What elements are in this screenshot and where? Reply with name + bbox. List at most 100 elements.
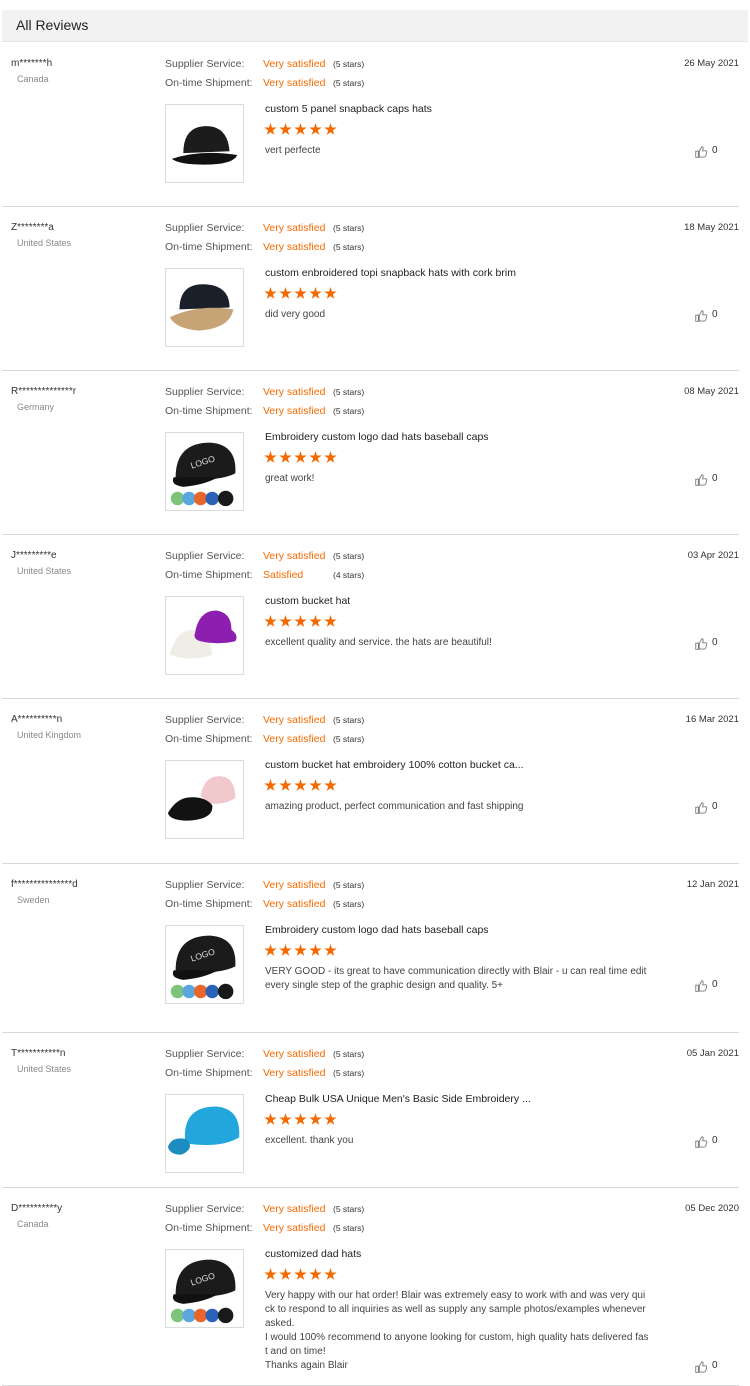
thumbs-up-icon xyxy=(694,979,708,993)
review-date: 26 May 2021 xyxy=(684,58,739,69)
shipment-rating: Very satisfied xyxy=(263,898,326,910)
product-star-rating xyxy=(264,779,339,793)
product-title-link[interactable]: Embroidery custom logo dad hats baseball… xyxy=(265,924,489,936)
thumbs-up-icon xyxy=(694,473,708,487)
product-star-rating xyxy=(264,944,339,958)
thumbs-up-icon xyxy=(694,637,708,651)
reviewer-name: D**********y xyxy=(11,1203,63,1214)
star-icon xyxy=(279,1268,292,1280)
supplier-service-stars: (5 stars) xyxy=(333,1204,365,1214)
review-date: 05 Dec 2020 xyxy=(685,1203,739,1214)
shipment-label: On-time Shipment: xyxy=(165,1067,253,1079)
like-count: 0 xyxy=(712,979,718,990)
shipment-label: On-time Shipment: xyxy=(165,898,253,910)
star-icon xyxy=(309,451,322,463)
star-icon xyxy=(324,944,337,956)
star-icon xyxy=(279,451,292,463)
star-icon xyxy=(294,1113,307,1125)
product-title-link[interactable]: Cheap Bulk USA Unique Men's Basic Side E… xyxy=(265,1093,531,1105)
star-icon xyxy=(309,944,322,956)
product-thumbnail[interactable]: LOGO xyxy=(165,1249,244,1328)
star-icon xyxy=(324,287,337,299)
product-thumbnail[interactable]: LOGO xyxy=(165,925,244,1004)
supplier-service-label: Supplier Service: xyxy=(165,879,245,891)
like-count: 0 xyxy=(712,473,718,484)
product-title-link[interactable]: customized dad hats xyxy=(265,1248,361,1260)
star-icon xyxy=(264,1113,277,1125)
star-icon xyxy=(309,123,322,135)
shipment-label: On-time Shipment: xyxy=(165,733,253,745)
reviewer-name: m*******h xyxy=(11,58,53,69)
shipment-stars: (5 stars) xyxy=(333,899,365,909)
supplier-service-rating: Very satisfied xyxy=(263,1048,326,1060)
product-star-rating xyxy=(264,287,339,301)
supplier-service-label: Supplier Service: xyxy=(165,1048,245,1060)
like-count: 0 xyxy=(712,1135,718,1146)
star-icon xyxy=(324,1268,337,1280)
shipment-label: On-time Shipment: xyxy=(165,1222,253,1234)
reviewer-name: T***********n xyxy=(11,1048,66,1059)
supplier-service-rating: Very satisfied xyxy=(263,714,326,726)
supplier-service-label: Supplier Service: xyxy=(165,1203,245,1215)
review-comment: did very good xyxy=(265,309,326,320)
reviewer-name: A**********n xyxy=(11,714,63,725)
supplier-service-stars: (5 stars) xyxy=(333,551,365,561)
review-item: Z********a United States Supplier Servic… xyxy=(2,207,739,371)
like-count: 0 xyxy=(712,309,718,320)
black-snapback-cap-image xyxy=(166,105,243,182)
product-thumbnail[interactable] xyxy=(165,1094,244,1173)
product-thumbnail[interactable] xyxy=(165,596,244,675)
review-item: T***********n United States Supplier Ser… xyxy=(2,1033,739,1188)
supplier-service-rating: Very satisfied xyxy=(263,550,326,562)
star-icon xyxy=(264,779,277,791)
product-star-rating xyxy=(264,1113,339,1127)
star-icon xyxy=(264,451,277,463)
logo-dad-hat-image: LOGO xyxy=(166,1250,243,1327)
product-title-link[interactable]: custom bucket hat xyxy=(265,595,350,607)
star-icon xyxy=(294,451,307,463)
review-item: R**************r Germany Supplier Servic… xyxy=(2,371,739,535)
star-icon xyxy=(294,615,307,627)
star-icon xyxy=(324,123,337,135)
supplier-service-stars: (5 stars) xyxy=(333,715,365,725)
product-title-link[interactable]: custom bucket hat embroidery 100% cotton… xyxy=(265,759,524,771)
thumbs-up-icon xyxy=(694,145,708,159)
product-thumbnail[interactable]: LOGO xyxy=(165,432,244,511)
review-date: 18 May 2021 xyxy=(684,222,739,233)
review-comment: vert perfecte xyxy=(265,145,321,156)
thumbs-up-icon xyxy=(694,309,708,323)
product-star-rating xyxy=(264,451,339,465)
star-icon xyxy=(294,287,307,299)
reviewer-country: United States xyxy=(17,1064,72,1074)
product-thumbnail[interactable] xyxy=(165,104,244,183)
product-title-link[interactable]: custom enbroidered topi snapback hats wi… xyxy=(265,267,516,279)
star-icon xyxy=(294,1268,307,1280)
review-comment: amazing product, perfect communication a… xyxy=(265,801,524,812)
like-count: 0 xyxy=(712,637,718,648)
supplier-service-rating: Very satisfied xyxy=(263,58,326,70)
star-icon xyxy=(294,944,307,956)
cork-brim-snapback-image xyxy=(166,269,243,346)
cotton-bucket-hats-image xyxy=(166,761,243,838)
shipment-rating: Very satisfied xyxy=(263,1222,326,1234)
review-item: J*********e United States Supplier Servi… xyxy=(2,535,739,699)
product-title-link[interactable]: Embroidery custom logo dad hats baseball… xyxy=(265,431,489,443)
reviewer-country: United States xyxy=(17,566,72,576)
supplier-service-label: Supplier Service: xyxy=(165,222,245,234)
supplier-service-rating: Very satisfied xyxy=(263,879,326,891)
product-title-link[interactable]: custom 5 panel snapback caps hats xyxy=(265,103,432,115)
review-date: 05 Jan 2021 xyxy=(686,1048,739,1059)
shipment-rating: Satisfied xyxy=(263,569,304,581)
product-thumbnail[interactable] xyxy=(165,760,244,839)
like-count: 0 xyxy=(712,1360,718,1371)
reviewer-country: United States xyxy=(17,238,72,248)
page-title: All Reviews xyxy=(16,17,89,33)
reviewer-country: Sweden xyxy=(17,895,50,905)
shipment-label: On-time Shipment: xyxy=(165,241,253,253)
supplier-service-rating: Very satisfied xyxy=(263,386,326,398)
shipment-rating: Very satisfied xyxy=(263,405,326,417)
star-icon xyxy=(279,123,292,135)
shipment-stars: (5 stars) xyxy=(333,406,365,416)
product-star-rating xyxy=(264,615,339,629)
product-thumbnail[interactable] xyxy=(165,268,244,347)
